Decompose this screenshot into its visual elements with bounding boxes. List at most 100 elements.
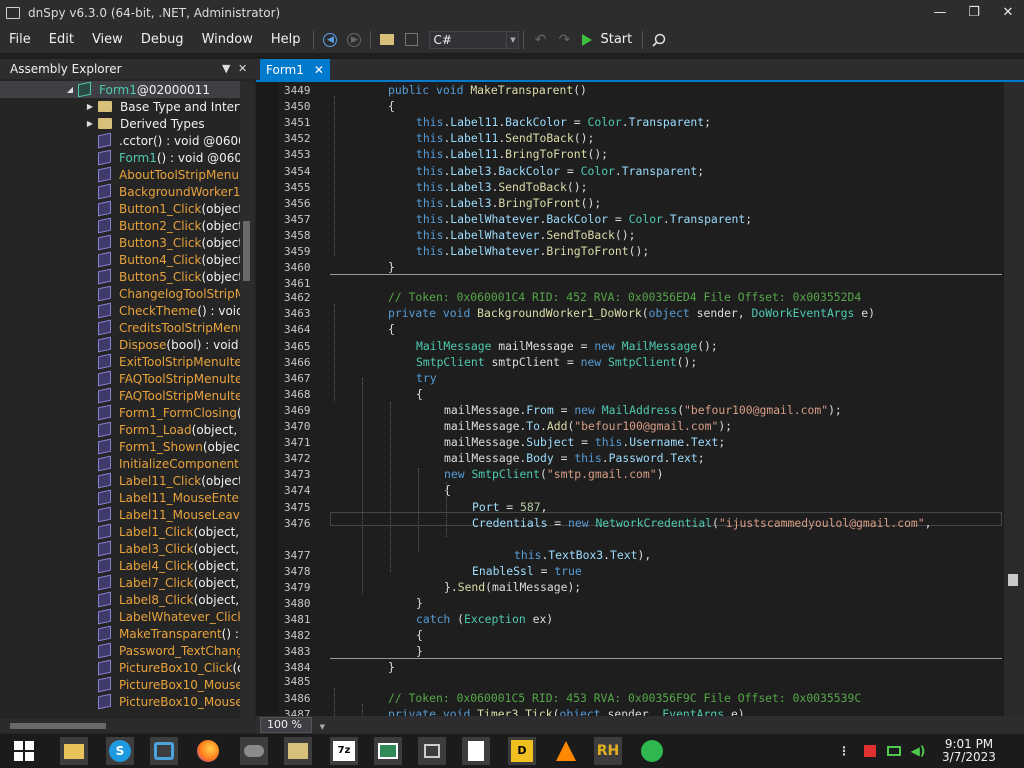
- system-clock[interactable]: 9:01 PM 3/7/2023: [934, 738, 1004, 764]
- task-view-icon[interactable]: [418, 737, 446, 765]
- tree-node-member[interactable]: Password_TextChang: [0, 642, 240, 659]
- code-token: Body: [526, 451, 554, 466]
- tree-node-member[interactable]: .cctor() : void @0600: [0, 132, 240, 149]
- forward-icon[interactable]: ▶: [343, 29, 365, 51]
- tree-node-member[interactable]: FAQToolStripMenuIte: [0, 370, 240, 387]
- save-all-icon[interactable]: [400, 29, 422, 51]
- assembly-explorer-panel: Assembly Explorer ▼ ✕ ◢ Form1 @02000011 …: [0, 59, 256, 735]
- tree-node-member[interactable]: PictureBox10_MouseI: [0, 693, 240, 710]
- tree-node-member[interactable]: Form1_FormClosing(o: [0, 404, 240, 421]
- tree-node-member[interactable]: Button3_Click(object,: [0, 234, 240, 251]
- redo-icon[interactable]: ↷: [553, 29, 575, 51]
- maximize-button[interactable]: ❐: [964, 3, 984, 23]
- volume-icon[interactable]: ◀): [904, 737, 932, 765]
- tree-node-member[interactable]: LabelWhatever_Click(: [0, 608, 240, 625]
- tree-node-member[interactable]: InitializeComponent(): [0, 455, 240, 472]
- tree-node-member[interactable]: Form1_Shown(object: [0, 438, 240, 455]
- minimize-button[interactable]: —: [930, 3, 950, 23]
- tree-node-member[interactable]: Label7_Click(object, E: [0, 574, 240, 591]
- scrollbar-thumb[interactable]: [243, 221, 250, 281]
- collapsed-arrow-icon[interactable]: ▶: [86, 102, 94, 111]
- menu-window[interactable]: Window: [193, 32, 262, 47]
- files-icon[interactable]: [284, 737, 312, 765]
- tab-form1[interactable]: Form1 ✕: [260, 59, 330, 80]
- tree-node-member[interactable]: Form1() : void @0600: [0, 149, 240, 166]
- tree-node-member[interactable]: Button1_Click(object,: [0, 200, 240, 217]
- menu-debug[interactable]: Debug: [132, 32, 193, 47]
- scrollbar-thumb[interactable]: [10, 723, 106, 729]
- tree-node-form1[interactable]: ◢ Form1 @02000011: [0, 81, 240, 98]
- close-button[interactable]: ✕: [998, 3, 1018, 23]
- tree-node-member[interactable]: MakeTransparent() :: [0, 625, 240, 642]
- resource-hacker-icon[interactable]: RH: [594, 737, 622, 765]
- tree-node-member[interactable]: Label3_Click(object, E: [0, 540, 240, 557]
- notepad-icon[interactable]: [462, 737, 490, 765]
- file-explorer-icon[interactable]: [60, 737, 88, 765]
- language-select[interactable]: C# ▼: [429, 30, 520, 49]
- windows-start-icon[interactable]: [10, 737, 38, 765]
- code-line: }.Send(mailMessage);: [444, 580, 581, 594]
- line-number: 3478: [284, 564, 311, 578]
- play-icon: [582, 33, 593, 46]
- tree-node-member[interactable]: PictureBox10_Click(ol: [0, 659, 240, 676]
- member-signature: (object,: [201, 218, 240, 233]
- tree-node-member[interactable]: Label4_Click(object, E: [0, 557, 240, 574]
- zoom-select[interactable]: 100 % ▼: [260, 717, 325, 733]
- menu-view[interactable]: View: [83, 32, 132, 47]
- tree-node-member[interactable]: Form1_Load (object,: [0, 421, 240, 438]
- overflow-menu-icon[interactable]: ⋮: [830, 737, 858, 765]
- vlc-icon[interactable]: [552, 737, 580, 765]
- method-icon: [98, 285, 111, 302]
- dependency-walker-icon[interactable]: D: [508, 737, 536, 765]
- tree-node-member[interactable]: Button5_Click(object,: [0, 268, 240, 285]
- tree-node-member[interactable]: ChangelogToolStripM: [0, 285, 240, 302]
- close-tab-icon[interactable]: ✕: [314, 63, 324, 77]
- search-icon[interactable]: [648, 29, 670, 51]
- tree-node-member[interactable]: Label11_MouseLeave: [0, 506, 240, 523]
- tree-horizontal-scrollbar[interactable]: [0, 719, 256, 733]
- scrollbar-thumb[interactable]: [1008, 574, 1018, 586]
- member-name: ChangelogToolStripM: [119, 286, 240, 301]
- terminal-icon[interactable]: [374, 737, 402, 765]
- dropdown-icon[interactable]: ▼: [222, 59, 230, 79]
- tree-node-member[interactable]: CreditsToolStripMenu: [0, 319, 240, 336]
- tree-node-member[interactable]: CheckTheme() : void: [0, 302, 240, 319]
- tree-node-member[interactable]: BackgroundWorker1_: [0, 183, 240, 200]
- chat-icon[interactable]: [638, 737, 666, 765]
- dnspy-icon[interactable]: [240, 737, 268, 765]
- close-icon[interactable]: ✕: [238, 59, 247, 79]
- tree-node-member[interactable]: Label1_Click(object, E: [0, 523, 240, 540]
- tree-node-member[interactable]: PictureBox10_MouseI: [0, 676, 240, 693]
- menu-help[interactable]: Help: [262, 32, 310, 47]
- open-folder-icon[interactable]: [376, 29, 398, 51]
- start-debug-button[interactable]: Start: [582, 32, 632, 47]
- line-number: 3454: [284, 164, 311, 178]
- tree-node-folder[interactable]: ▶ Base Type and Interf: [0, 98, 240, 115]
- tree-node-member[interactable]: Button4_Click(object,: [0, 251, 240, 268]
- tree-node-member[interactable]: Dispose(bool) : void @: [0, 336, 240, 353]
- skype-icon[interactable]: S: [106, 737, 134, 765]
- tree-node-member[interactable]: AboutToolStripMenuI: [0, 166, 240, 183]
- method-icon: [98, 540, 111, 557]
- firefox-icon[interactable]: [194, 737, 222, 765]
- expanded-arrow-icon[interactable]: ◢: [66, 85, 74, 94]
- tree-node-member[interactable]: FAQToolStripMenuIte: [0, 387, 240, 404]
- tree-node-folder[interactable]: ▶ Derived Types: [0, 115, 240, 132]
- tree-node-member[interactable]: Label11_Click(object,: [0, 472, 240, 489]
- tree-node-member[interactable]: Label8_Click(object, E: [0, 591, 240, 608]
- menu-edit[interactable]: Edit: [40, 32, 83, 47]
- tree-node-member[interactable]: Button2_Click(object,: [0, 217, 240, 234]
- back-icon[interactable]: ◀: [319, 29, 341, 51]
- line-number: 3465: [284, 339, 311, 353]
- tree-node-member[interactable]: ExitToolStripMenuIte: [0, 353, 240, 370]
- menu-file[interactable]: File: [0, 32, 40, 47]
- code-line: Port = 587,: [472, 500, 547, 514]
- editor-vertical-scrollbar[interactable]: [1004, 82, 1024, 716]
- 7zip-icon[interactable]: 7z: [330, 737, 358, 765]
- tree-node-member[interactable]: Label11_MouseEnter: [0, 489, 240, 506]
- code-editor[interactable]: public void MakeTransparent(){this.Label…: [256, 82, 1004, 716]
- tree-vertical-scrollbar[interactable]: [240, 81, 254, 721]
- collapsed-arrow-icon[interactable]: ▶: [86, 119, 94, 128]
- undo-icon[interactable]: ↶: [529, 29, 551, 51]
- visual-studio-icon[interactable]: [150, 737, 178, 765]
